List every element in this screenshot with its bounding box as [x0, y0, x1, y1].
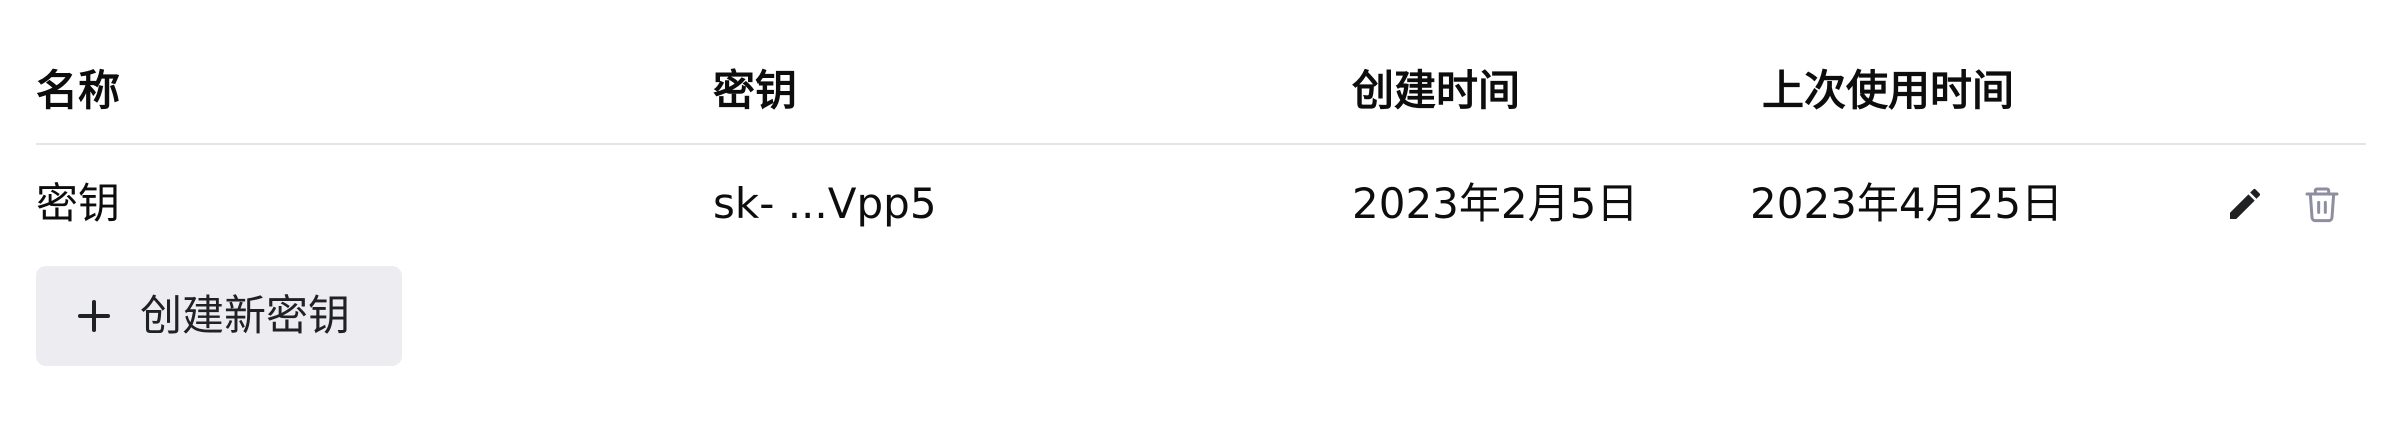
- header-divider-right: [2156, 143, 2366, 145]
- trash-icon: [2305, 187, 2339, 223]
- row-name: 密钥: [36, 179, 121, 228]
- header-created: 创建时间: [1352, 66, 1521, 115]
- delete-button[interactable]: [2296, 178, 2348, 230]
- header-last-used: 上次使用时间: [1762, 66, 2015, 115]
- edit-button[interactable]: [2219, 178, 2271, 230]
- header-key: 密钥: [713, 66, 798, 115]
- header-divider: [36, 143, 2156, 145]
- row-last-used: 2023年4月25日: [1750, 179, 2064, 228]
- row-created: 2023年2月5日: [1352, 179, 1639, 228]
- plus-icon: [76, 298, 112, 334]
- create-new-key-button[interactable]: 创建新密钥: [36, 266, 402, 366]
- row-key: sk- ...Vpp5: [713, 179, 937, 228]
- pencil-icon: [2230, 188, 2261, 219]
- create-new-key-label: 创建新密钥: [140, 291, 351, 340]
- header-name: 名称: [36, 66, 121, 115]
